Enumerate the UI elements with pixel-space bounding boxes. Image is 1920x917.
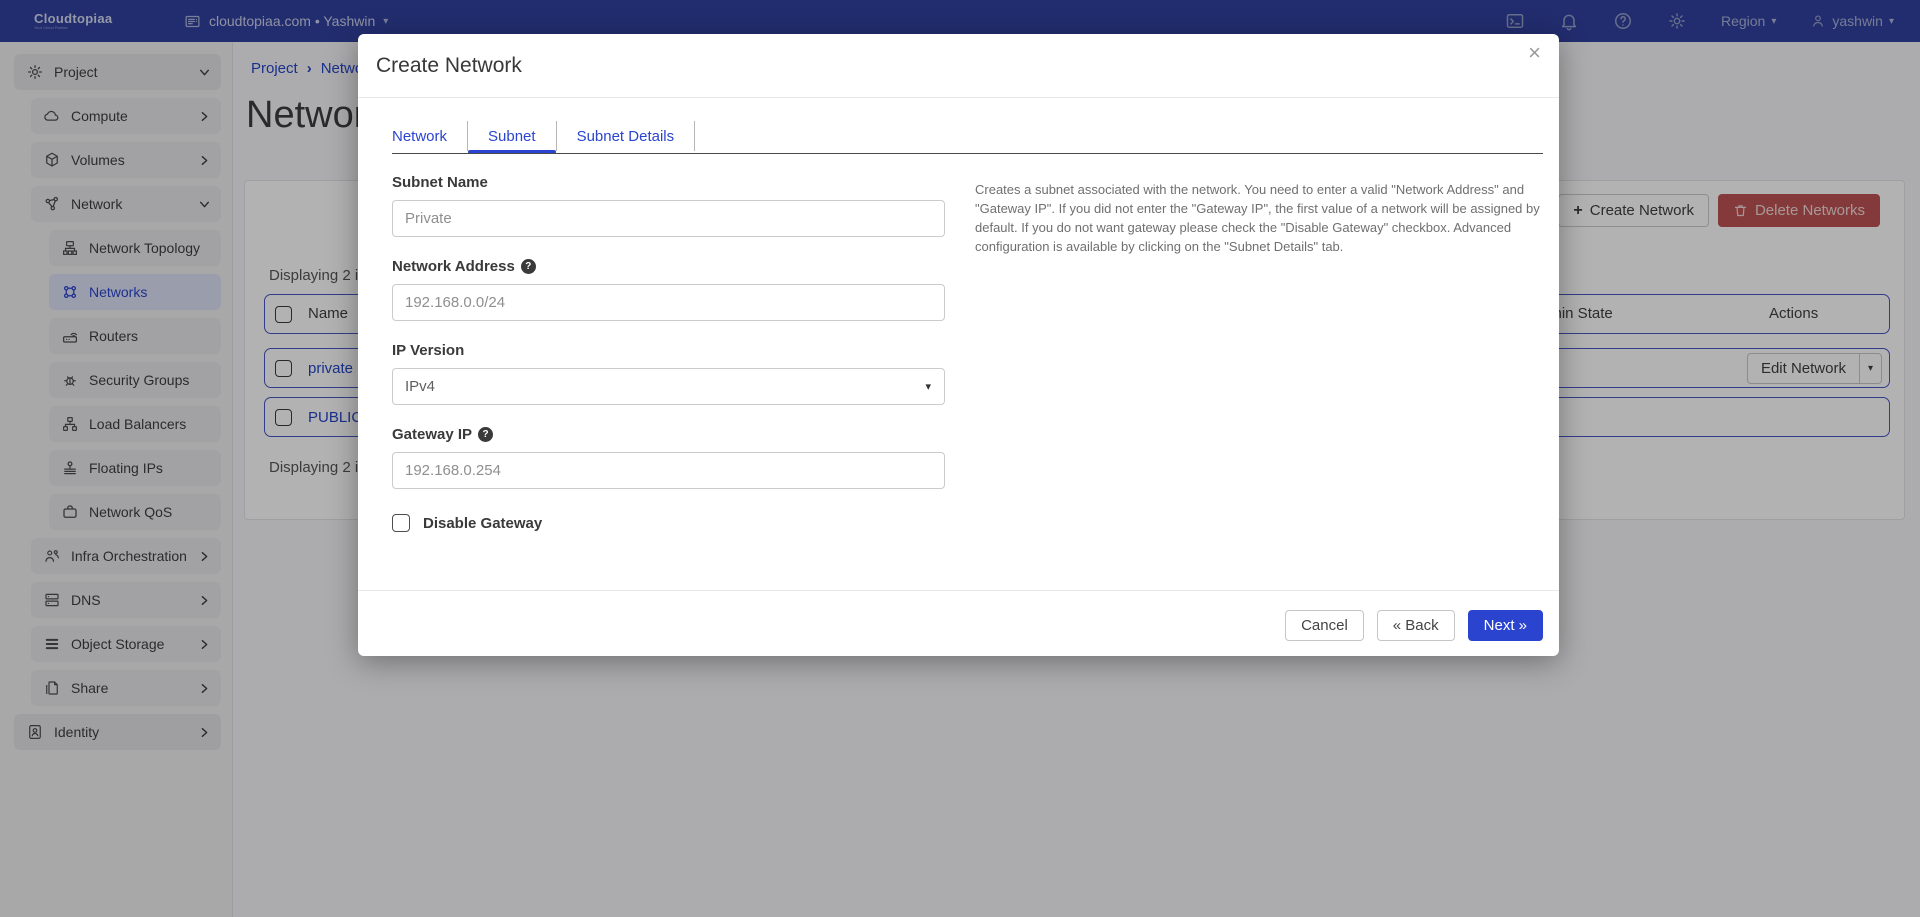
subnet-name-label: Subnet Name [392,174,945,191]
network-address-input[interactable] [392,284,945,321]
ip-version-label: IP Version [392,342,945,359]
tab-subnet[interactable]: Subnet [468,121,557,151]
next-button[interactable]: Next » [1468,610,1543,641]
subnet-name-input[interactable] [392,200,945,237]
gateway-ip-label: Gateway IP ? [392,426,945,443]
tab-network[interactable]: Network [392,121,468,151]
modal-title: Create Network [376,54,522,78]
help-circle-icon[interactable]: ? [521,259,536,274]
back-button[interactable]: « Back [1377,610,1455,641]
application-window: Cloudtopiaa Your Cloud Partner cloudtopi… [0,0,1920,917]
subnet-form: Subnet Name Network Address ? IP Version… [392,174,945,532]
network-address-label-text: Network Address [392,258,515,275]
disable-gateway-checkbox-row[interactable]: Disable Gateway [392,514,945,532]
gateway-ip-input[interactable] [392,452,945,489]
tab-label: Subnet [488,128,536,145]
cancel-button[interactable]: Cancel [1285,610,1364,641]
ip-version-value: IPv4 [405,378,435,395]
gateway-ip-label-text: Gateway IP [392,426,472,443]
modal-tabs: Network Subnet Subnet Details [392,121,695,151]
tab-label: Network [392,128,447,145]
help-circle-icon[interactable]: ? [478,427,493,442]
create-network-modal: Create Network × Network Subnet Subnet D… [358,34,1559,656]
select-caret-icon: ▾ [925,380,931,393]
subnet-help-text: Creates a subnet associated with the net… [975,180,1550,256]
modal-header: Create Network × [358,34,1559,98]
disable-gateway-checkbox[interactable] [392,514,410,532]
modal-footer: Cancel « Back Next » [358,590,1559,656]
tab-label: Subnet Details [577,128,675,145]
tabs-divider [392,153,1543,154]
disable-gateway-label: Disable Gateway [423,515,542,532]
tab-subnet-details[interactable]: Subnet Details [557,121,696,151]
close-icon[interactable]: × [1528,42,1541,64]
ip-version-select[interactable]: IPv4 ▾ [392,368,945,405]
network-address-label: Network Address ? [392,258,945,275]
